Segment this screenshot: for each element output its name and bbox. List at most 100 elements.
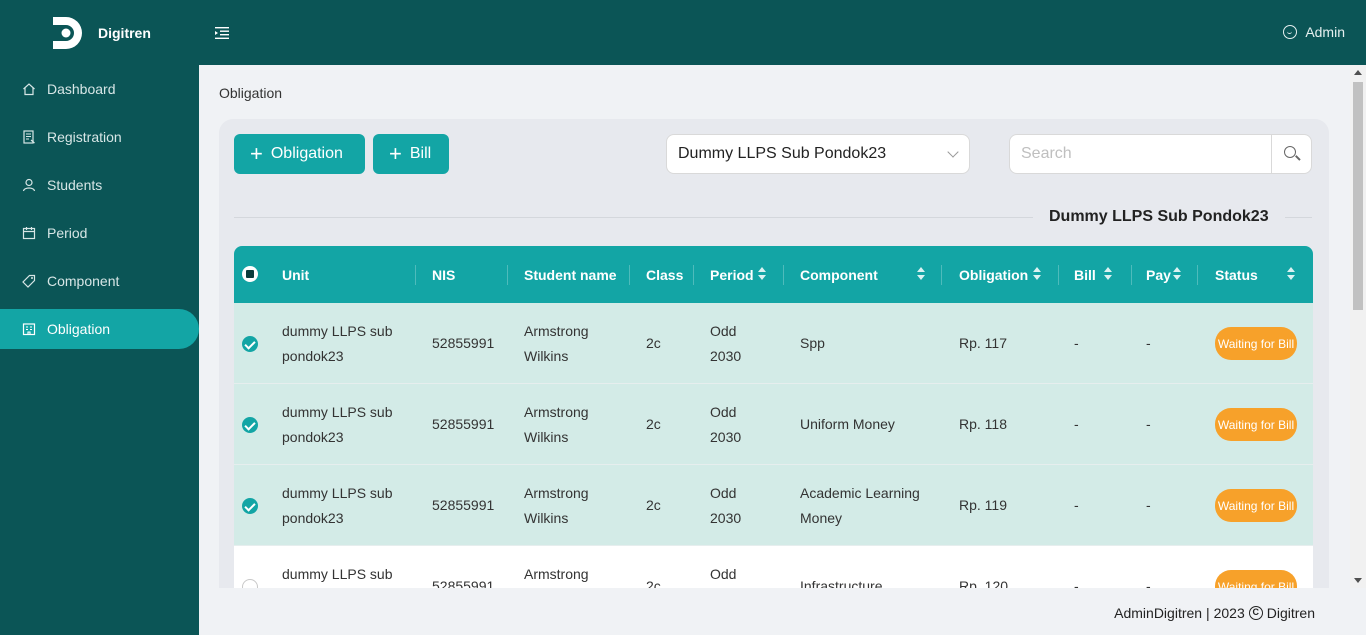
footer-owner: AdminDigitren | <box>1114 605 1210 621</box>
cell-bill: - <box>1074 546 1079 588</box>
search-input[interactable] <box>1010 135 1272 173</box>
sidebar-item-component[interactable]: Component <box>0 261 199 301</box>
cell-nis: 52855991 <box>432 384 494 465</box>
cell-unit-line: pondok23 <box>282 428 344 445</box>
table-row[interactable]: dummy LLPS subpondok2352855991ArmstrongW… <box>234 384 1313 465</box>
cell-unit-line: dummy LLPS sub <box>282 403 393 420</box>
row-checkbox[interactable] <box>242 498 258 514</box>
cell-nis-text: 52855991 <box>432 331 494 356</box>
table-row[interactable]: dummy LLPS subpondok2352855991ArmstrongW… <box>234 465 1313 546</box>
scroll-up-arrow-icon[interactable] <box>1354 70 1362 75</box>
col-period[interactable]: Period <box>710 246 784 303</box>
brand-name: Digitren <box>98 25 151 41</box>
sort-icon[interactable] <box>917 267 925 281</box>
sidebar-item-students[interactable]: Students <box>0 165 199 205</box>
cell-component: Spp <box>800 303 825 384</box>
cell-period-line: 2030 <box>710 347 742 364</box>
cell-component-line: Academic Learning <box>800 484 920 501</box>
add-obligation-label: Obligation <box>270 145 343 162</box>
col-student-name: Student name <box>524 246 630 303</box>
cell-nis: 52855991 <box>432 465 494 546</box>
row-checkbox[interactable] <box>242 336 258 352</box>
cell-unit-text: dummy LLPS subpondok23 <box>282 319 393 369</box>
search-icon <box>1284 146 1296 158</box>
col-separator <box>1058 265 1059 285</box>
cell-bill-line: - <box>1074 497 1079 513</box>
col-bill[interactable]: Bill <box>1074 246 1132 303</box>
cell-student-name-line: Wilkins <box>524 509 569 526</box>
cell-pay: - <box>1146 303 1151 384</box>
obligation-card: + Obligation + Bill Dummy LLPS Sub Pondo… <box>219 119 1329 588</box>
cell-class-text: 2c <box>646 412 661 437</box>
add-bill-button[interactable]: + Bill <box>373 134 449 174</box>
scroll-down-arrow-icon[interactable] <box>1354 578 1362 583</box>
col-obligation[interactable]: Obligation <box>959 246 1059 303</box>
sort-icon[interactable] <box>1104 267 1112 281</box>
cell-class-text: 2c <box>646 493 661 518</box>
cell-student-name-text: Armstrong Wilkins <box>524 400 589 450</box>
cell-unit-line: dummy LLPS sub <box>282 484 393 501</box>
col-bill-label: Bill <box>1074 266 1096 283</box>
col-select <box>234 246 276 303</box>
footer: AdminDigitren | 2023 C Digitren <box>199 588 1366 635</box>
sort-icon[interactable] <box>758 267 766 281</box>
cell-nis-text: 52855991 <box>432 412 494 437</box>
cell-unit: dummy LLPS sub pondok23 <box>282 384 393 465</box>
col-component[interactable]: Component <box>800 246 942 303</box>
row-checkbox[interactable] <box>242 417 258 433</box>
cell-unit-line: pondok23 <box>282 509 344 526</box>
sidebar-item-label: Registration <box>47 129 122 145</box>
sidebar-item-period[interactable]: Period <box>0 213 199 253</box>
status-badge: Waiting for Bill <box>1215 408 1297 441</box>
cell-student-name-text: Armstrong Wilkins <box>524 319 589 369</box>
cell-bill-line: - <box>1074 578 1079 588</box>
footer-text: AdminDigitren | 2023 C Digitren <box>1114 605 1315 621</box>
cell-unit: dummy LLPS sub pondok23 <box>282 465 393 546</box>
table-row[interactable]: dummy LLPS subpondok23 52855991 Armstrong W… <box>234 303 1313 384</box>
cell-obligation-text: Rp. 119 <box>959 493 1007 518</box>
col-component-label: Component <box>800 266 878 283</box>
cell-student-name-line: Armstrong <box>524 403 589 420</box>
sidebar-item-dashboard[interactable]: Dashboard <box>0 69 199 109</box>
sort-icon[interactable] <box>1287 267 1295 281</box>
col-pay[interactable]: Pay <box>1146 246 1198 303</box>
sidebar: Dashboard Registration Students Period C… <box>0 65 199 635</box>
sort-icon[interactable] <box>1033 267 1041 281</box>
status-badge: Waiting for Bill <box>1215 327 1297 360</box>
sidebar-item-obligation[interactable]: Obligation <box>0 309 199 349</box>
col-nis-label: NIS <box>432 266 456 283</box>
user-menu[interactable]: Admin <box>1283 24 1345 40</box>
cell-student-name-line: Wilkins <box>524 347 569 364</box>
col-nis: NIS <box>432 246 508 303</box>
add-obligation-button[interactable]: + Obligation <box>234 134 365 174</box>
unit-select[interactable]: Dummy LLPS Sub Pondok23 <box>666 134 970 174</box>
col-status[interactable]: Status <box>1215 246 1305 303</box>
sidebar-item-registration[interactable]: Registration <box>0 117 199 157</box>
cell-class-text: 2c <box>646 331 661 356</box>
col-separator <box>629 265 630 285</box>
row-checkbox[interactable] <box>242 579 258 588</box>
select-all-checkbox[interactable] <box>242 266 258 282</box>
cell-period-line: Odd <box>710 565 737 582</box>
search-button[interactable] <box>1271 135 1311 173</box>
col-separator <box>941 265 942 285</box>
cell-student-name: ArmstrongWilkins <box>524 546 589 588</box>
scrollbar-thumb[interactable] <box>1353 82 1363 310</box>
cell-obligation: Rp. 118 <box>959 384 1007 465</box>
cell-student-name-line: Armstrong <box>524 322 589 339</box>
table-row[interactable]: dummy LLPS subpondok23 52855991 ArmstrongW… <box>234 546 1313 588</box>
cell-unit: dummy LLPS subpondok23 <box>282 546 393 588</box>
col-separator <box>783 265 784 285</box>
col-status-label: Status <box>1215 266 1258 283</box>
user-name: Admin <box>1305 24 1345 40</box>
page-scrollbar[interactable] <box>1350 65 1366 588</box>
cell-bill: - <box>1074 303 1079 384</box>
col-obligation-label: Obligation <box>959 266 1029 283</box>
cell-period: Odd 2030 <box>710 465 741 546</box>
sidebar-item-label: Component <box>47 273 120 289</box>
sort-icon[interactable] <box>1173 267 1181 281</box>
cell-component-line: Uniform Money <box>800 416 895 432</box>
cell-unit-text: dummy LLPS subpondok23 <box>282 562 393 589</box>
menu-fold-icon[interactable] <box>214 25 230 41</box>
cell-nis-line: 52855991 <box>432 578 495 588</box>
